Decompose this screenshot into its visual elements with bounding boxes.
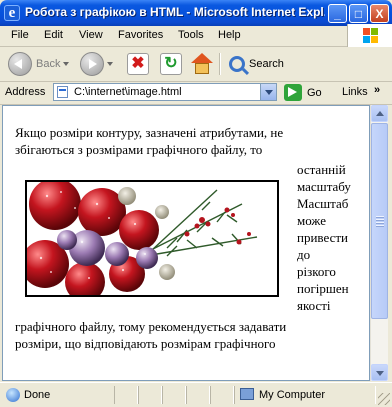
links-button[interactable]: Links	[342, 86, 368, 98]
text-line: до	[297, 247, 311, 262]
status-text: Done	[24, 389, 51, 401]
text-line: збігаються з розмірами графічного файлу,…	[15, 142, 263, 157]
status-pane	[138, 386, 162, 404]
refresh-button[interactable]: ↻	[160, 50, 182, 78]
scroll-up-button[interactable]	[371, 105, 388, 122]
window-title: Робота з графікою в HTML - Microsoft Int…	[25, 5, 325, 19]
address-bar: Address C:\internet\image.html Go Links …	[0, 82, 392, 105]
status-pane	[114, 386, 138, 404]
stop-button[interactable]: ✖	[127, 50, 149, 78]
home-button[interactable]	[191, 50, 213, 78]
scroll-down-button[interactable]	[371, 364, 388, 381]
forward-button[interactable]	[80, 50, 113, 78]
go-icon	[284, 84, 302, 101]
address-input[interactable]: C:\internet\image.html	[53, 83, 277, 101]
computer-icon	[240, 388, 254, 400]
toolbar: Back ✖ ↻ Search	[0, 47, 392, 82]
forward-icon	[80, 52, 104, 76]
go-button[interactable]: Go	[284, 84, 322, 101]
search-icon	[229, 56, 245, 72]
menu-help[interactable]: Help	[218, 29, 241, 41]
home-icon	[191, 53, 213, 75]
text-line: привести	[297, 230, 348, 245]
stop-icon: ✖	[127, 53, 149, 75]
status-pane	[186, 386, 210, 404]
forward-dropdown-icon[interactable]	[107, 62, 113, 66]
address-value[interactable]: C:\internet\image.html	[74, 86, 182, 98]
ie-icon: e	[4, 5, 20, 21]
status-pane	[162, 386, 186, 404]
menu-view[interactable]: View	[79, 29, 103, 41]
christmas-decoration-image	[25, 180, 279, 297]
text-line: погіршен	[297, 281, 349, 296]
address-label: Address	[5, 86, 46, 98]
resize-grip-icon[interactable]	[378, 393, 390, 405]
text-line: останній	[297, 162, 346, 177]
close-button[interactable]: X	[370, 4, 389, 23]
back-label: Back	[36, 58, 61, 70]
minimize-button[interactable]: _	[328, 4, 347, 23]
text-line: якості	[297, 298, 331, 313]
back-dropdown-icon[interactable]	[63, 62, 70, 66]
address-dropdown-button[interactable]	[260, 84, 276, 100]
vertical-scrollbar[interactable]	[370, 105, 388, 381]
globe-icon	[6, 388, 20, 402]
text-line: графічного файлу, тому рекомендується за…	[15, 319, 287, 334]
refresh-icon: ↻	[160, 53, 182, 75]
status-bar: Done My Computer	[0, 382, 392, 407]
search-label: Search	[249, 58, 284, 70]
search-button[interactable]: Search	[227, 50, 284, 78]
menu-file[interactable]: File	[11, 29, 29, 41]
security-zone-text: My Computer	[259, 389, 326, 401]
page-viewport[interactable]: Якщо розміри контуру, зазначені атрибута…	[2, 105, 370, 381]
go-label: Go	[307, 86, 322, 99]
text-line: Масштаб	[297, 196, 349, 211]
menu-edit[interactable]: Edit	[44, 29, 63, 41]
menu-tools[interactable]: Tools	[178, 29, 204, 41]
maximize-button[interactable]: □	[349, 4, 368, 23]
menu-bar: File Edit View Favorites Tools Help	[0, 26, 392, 47]
text-line: Якщо розміри контуру, зазначені атрибута…	[15, 125, 284, 140]
page-icon	[57, 86, 68, 98]
back-button[interactable]: Back	[8, 50, 70, 78]
text-line: різкого	[297, 264, 336, 279]
status-pane	[210, 386, 234, 404]
berries-ornaments-picture	[27, 182, 277, 295]
links-chevron-icon[interactable]: »	[374, 84, 380, 96]
title-bar[interactable]: e Робота з графікою в HTML - Microsoft I…	[0, 0, 392, 26]
text-line: масштабу	[297, 179, 351, 194]
menu-favorites[interactable]: Favorites	[118, 29, 163, 41]
text-line: може	[297, 213, 326, 228]
scroll-thumb[interactable]	[371, 123, 388, 319]
back-icon	[8, 52, 32, 76]
toolbar-separator	[219, 53, 221, 75]
text-line: розміри, що відповідають розмірам графіч…	[15, 336, 276, 351]
